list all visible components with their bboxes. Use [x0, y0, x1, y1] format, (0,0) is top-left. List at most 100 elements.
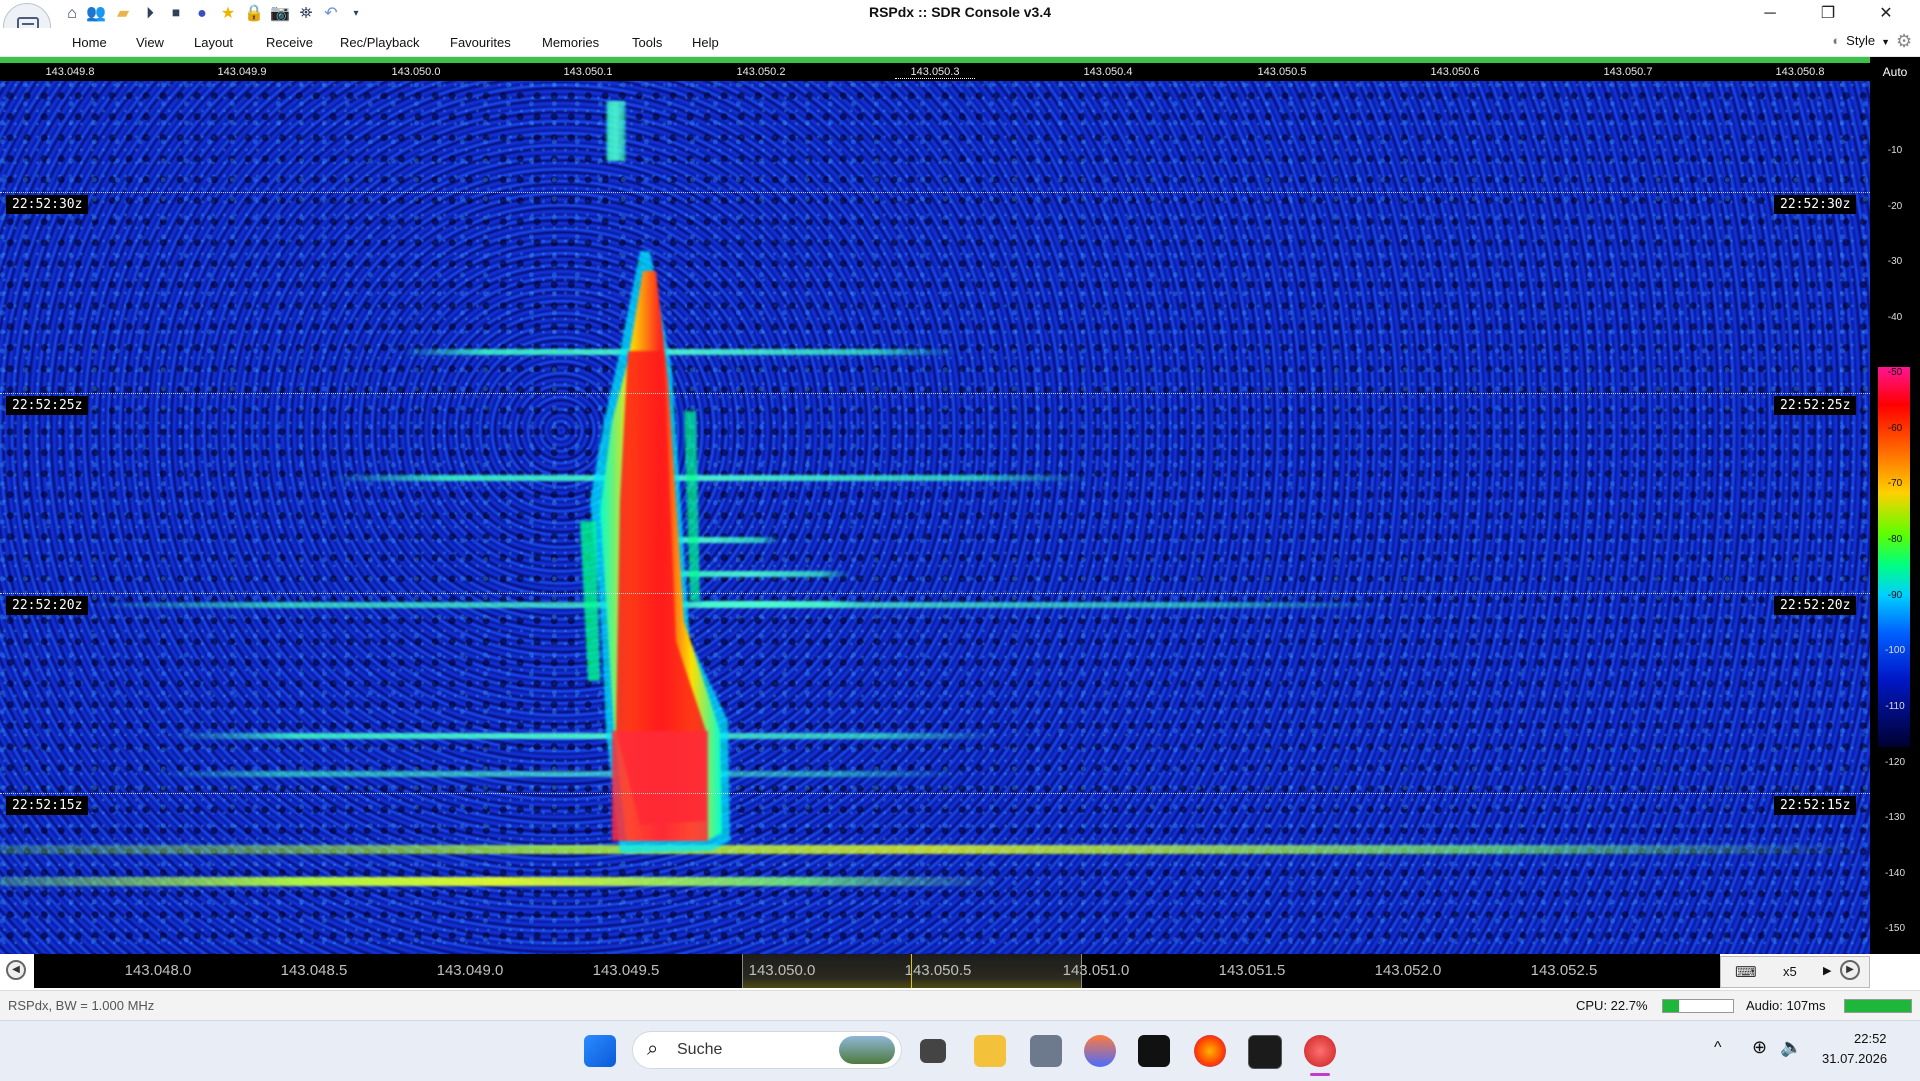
- top-frequency-tick: 143.049.9: [217, 66, 267, 78]
- level-tick: -80: [1887, 534, 1903, 545]
- clock-time[interactable]: 22:52: [1854, 1031, 1887, 1046]
- level-tick: -120: [1884, 757, 1905, 768]
- level-tick: -70: [1887, 478, 1903, 489]
- scroll-left-button[interactable]: ◀: [6, 960, 26, 980]
- time-label-left: 22:52:30z: [6, 195, 89, 214]
- flame-app-icon[interactable]: [1084, 1035, 1116, 1067]
- bottom-frequency-tick: 143.049.5: [592, 962, 660, 979]
- time-label-left: 22:52:15z: [6, 796, 89, 815]
- search-icon: ⌕: [647, 1038, 659, 1060]
- top-frequency-tick: 143.050.0: [391, 66, 441, 78]
- time-gridline: [0, 593, 1870, 594]
- zoom-next-icon[interactable]: ▶: [1823, 964, 1831, 977]
- bottom-frequency-tick: 143.051.5: [1218, 962, 1286, 979]
- menu-memories[interactable]: Memories: [542, 35, 599, 50]
- menu-favourites[interactable]: Favourites: [450, 35, 511, 50]
- signal-trace: [580, 251, 730, 853]
- top-frequency-tick: 143.050.4: [1083, 66, 1133, 78]
- time-label-right: 22:52:25z: [1774, 396, 1857, 415]
- windows-start-icon[interactable]: [584, 1035, 616, 1067]
- menu-rec-playback[interactable]: Rec/Playback: [340, 35, 419, 50]
- top-frequency-tick: 143.050.3: [895, 66, 975, 79]
- time-label-right: 22:52:30z: [1774, 195, 1857, 214]
- level-tick: -50: [1887, 367, 1903, 378]
- bottom-frequency-tick: 143.048.0: [124, 962, 192, 979]
- top-frequency-scale[interactable]: 143.049.8 143.049.9 143.050.0 143.050.1 …: [0, 63, 1870, 81]
- zoom-level[interactable]: x5: [1783, 964, 1797, 979]
- top-frequency-tick: 143.049.8: [45, 66, 95, 78]
- time-label-right: 22:52:20z: [1774, 596, 1857, 615]
- network-icon[interactable]: ⊕: [1752, 1037, 1767, 1058]
- level-tick: -100: [1884, 645, 1905, 656]
- bottom-frequency-tick: 143.052.5: [1530, 962, 1598, 979]
- level-tick: -130: [1884, 812, 1905, 823]
- top-frequency-tick: 143.050.8: [1775, 66, 1825, 78]
- bottom-frequency-tick: 143.049.0: [436, 962, 504, 979]
- close-button[interactable]: ✕: [1858, 0, 1914, 28]
- level-tick: -110: [1885, 701, 1905, 712]
- time-gridline: [0, 393, 1870, 394]
- task-view-icon[interactable]: [920, 1039, 946, 1063]
- menu-home[interactable]: Home: [72, 35, 107, 50]
- level-tick: -30: [1887, 256, 1903, 267]
- minimize-button[interactable]: ─: [1742, 0, 1798, 28]
- menu-help[interactable]: Help: [692, 35, 719, 50]
- level-tick: -60: [1887, 423, 1903, 434]
- volume-icon[interactable]: 🔈: [1780, 1037, 1802, 1058]
- satellite-app-icon[interactable]: [1030, 1035, 1062, 1067]
- level-tick: -40: [1887, 312, 1903, 323]
- time-gridline: [0, 192, 1870, 193]
- bottom-frequency-tick: 143.052.0: [1374, 962, 1442, 979]
- audio-level-bar: [1844, 999, 1912, 1013]
- top-frequency-tick: 143.050.5: [1257, 66, 1307, 78]
- device-status: RSPdx, BW = 1.000 MHz: [8, 998, 155, 1013]
- style-label: Style: [1846, 33, 1876, 48]
- bottom-frequency-tick: 143.050.5: [904, 962, 972, 979]
- scroll-right-button[interactable]: ▶: [1840, 960, 1860, 980]
- menu-view[interactable]: View: [136, 35, 164, 50]
- status-bar: RSPdx, BW = 1.000 MHz CPU: 22.7% Audio: …: [0, 990, 1920, 1021]
- firefox-icon[interactable]: [1194, 1035, 1226, 1067]
- taskbar-search[interactable]: ⌕ Suche: [632, 1031, 902, 1069]
- cpu-usage-fill: [1663, 1000, 1679, 1012]
- time-label-left: 22:52:25z: [6, 396, 89, 415]
- auto-level-button[interactable]: Auto: [1870, 57, 1920, 87]
- menu-receive[interactable]: Receive: [266, 35, 313, 50]
- audio-latency-text: Audio: 107ms: [1746, 998, 1826, 1013]
- cpu-usage-text: CPU: 22.7%: [1576, 998, 1648, 1013]
- time-gridline: [0, 793, 1870, 794]
- bottom-frequency-tick: 143.050.0: [748, 962, 816, 979]
- menu-tools[interactable]: Tools: [632, 35, 662, 50]
- bottom-frequency-tick: 143.051.0: [1062, 962, 1130, 979]
- clock-date[interactable]: 31.07.2026: [1822, 1051, 1887, 1066]
- top-frequency-tick: 143.050.6: [1430, 66, 1480, 78]
- top-frequency-tick: 143.050.1: [563, 66, 613, 78]
- cpu-usage-bar: [1662, 999, 1734, 1013]
- search-placeholder: Suche: [677, 1041, 723, 1058]
- chevron-down-icon: ▼: [1881, 37, 1890, 47]
- waterfall-display[interactable]: 22:52:30z 22:52:25z 22:52:20z 22:52:15z …: [0, 81, 1870, 954]
- bottom-frequency-tick: 143.048.5: [280, 962, 348, 979]
- restore-button[interactable]: ❐: [1800, 0, 1856, 28]
- bottom-frequency-scale[interactable]: 143.048.0 143.048.5 143.049.0 143.049.5 …: [34, 954, 1720, 988]
- level-tick: -150: [1884, 923, 1905, 934]
- taskbar: ⌕ Suche ^ ⊕ 🔈 22:52 31.07.2026: [0, 1020, 1920, 1081]
- level-tick: -90: [1887, 590, 1903, 601]
- style-mode-icon: ◐: [1832, 33, 1841, 48]
- terminal-icon[interactable]: [1138, 1035, 1170, 1067]
- tray-overflow-icon[interactable]: ^: [1714, 1039, 1722, 1057]
- settings-gear-icon[interactable]: ⚙: [1896, 31, 1912, 52]
- file-explorer-icon[interactable]: [974, 1035, 1006, 1067]
- keyboard-icon[interactable]: ⌨: [1735, 963, 1757, 981]
- console-icon[interactable]: [1248, 1035, 1282, 1069]
- top-frequency-tick: 143.050.7: [1603, 66, 1653, 78]
- active-app-indicator: [1310, 1073, 1330, 1076]
- level-tick: -140: [1884, 868, 1905, 879]
- sdr-console-icon[interactable]: [1304, 1035, 1336, 1067]
- menu-layout[interactable]: Layout: [194, 35, 233, 50]
- time-label-left: 22:52:20z: [6, 596, 89, 615]
- style-menu[interactable]: ◐ Style ▼: [1832, 33, 1890, 48]
- window-title: RSPdx :: SDR Console v3.4: [868, 4, 1052, 20]
- level-scale[interactable]: -10 -20 -30 -40 -50 -60 -70 -80 -90 -100…: [1870, 87, 1920, 954]
- level-tick: -10: [1887, 145, 1903, 156]
